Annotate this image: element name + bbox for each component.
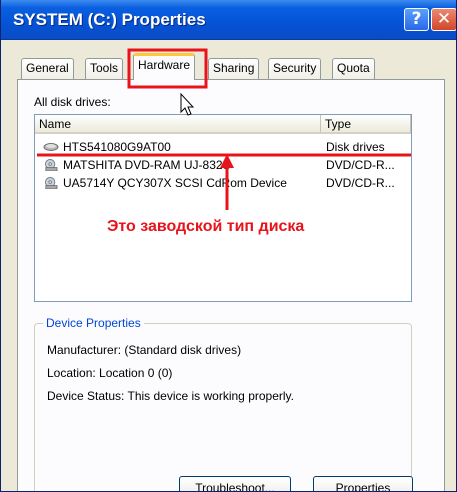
- drive-type: DVD/CD-R...: [326, 176, 395, 190]
- location-text: Location: Location 0 (0): [47, 366, 173, 380]
- help-button[interactable]: ?: [404, 8, 429, 31]
- troubleshoot-button[interactable]: Troubleshoot...: [179, 476, 291, 491]
- drive-type: Disk drives: [326, 140, 385, 154]
- window-title: SYSTEM (C:) Properties: [13, 10, 206, 29]
- tab-security[interactable]: Security: [268, 58, 322, 79]
- all-disk-drives-label: All disk drives:: [34, 95, 111, 109]
- cd-drive-icon: [45, 159, 58, 171]
- drive-type: DVD/CD-R...: [326, 158, 395, 172]
- properties-window: SYSTEM (C:) Properties ? ✕ General Tools…: [0, 0, 457, 492]
- tab-general[interactable]: General: [21, 58, 74, 79]
- tab-tools[interactable]: Tools: [85, 58, 124, 79]
- list-item[interactable]: UA5714Y QCY307X SCSI CdRom Device DVD/CD…: [37, 175, 411, 191]
- tab-quota[interactable]: Quota: [332, 58, 375, 79]
- list-item[interactable]: MATSHITA DVD-RAM UJ-832S DVD/CD-R...: [37, 157, 411, 173]
- device-properties-title: Device Properties: [43, 316, 144, 330]
- manufacturer-text: Manufacturer: (Standard disk drives): [47, 343, 242, 357]
- drive-name: MATSHITA DVD-RAM UJ-832S: [63, 158, 231, 172]
- properties-button[interactable]: Properties: [313, 476, 413, 491]
- drive-name: UA5714Y QCY307X SCSI CdRom Device: [63, 176, 287, 190]
- cd-drive-icon: [45, 177, 58, 189]
- tab-sharing[interactable]: Sharing: [208, 58, 260, 79]
- drive-name: HTS541080G9AT00: [63, 140, 171, 154]
- column-header-name[interactable]: Name: [35, 115, 321, 134]
- annotation-label: Это заводской тип диска: [107, 218, 305, 235]
- hard-disk-icon: [43, 143, 59, 151]
- device-status-text: Device Status: This device is working pr…: [47, 389, 294, 403]
- disk-drives-list[interactable]: Name Type HTS541080G9AT00 Disk drives MA…: [34, 114, 412, 302]
- tab-hardware[interactable]: Hardware: [133, 53, 196, 80]
- list-item[interactable]: HTS541080G9AT00 Disk drives: [37, 139, 411, 155]
- title-bar[interactable]: SYSTEM (C:) Properties ? ✕: [1, 0, 456, 40]
- column-header-type[interactable]: Type: [321, 115, 411, 134]
- close-button[interactable]: ✕: [431, 8, 456, 31]
